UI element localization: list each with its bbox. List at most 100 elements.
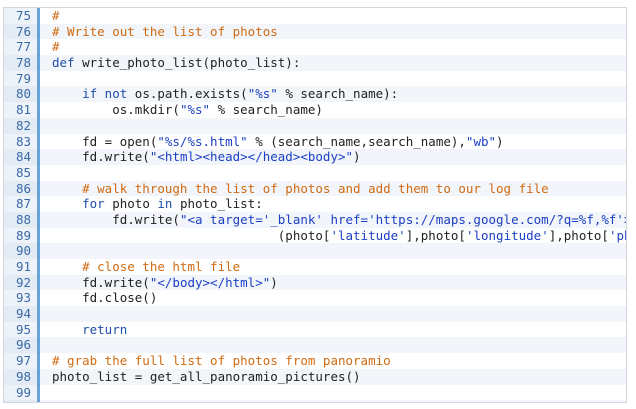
code-line: 87 for photo in photo_list:: [4, 196, 626, 212]
code-line: 76 # Write out the list of photos: [4, 23, 626, 40]
code-line: 92 fd.write("</body></html>"): [4, 274, 626, 291]
code-token: fd = open(: [52, 133, 158, 149]
code-text: # grab the full list of photos from pano…: [40, 353, 626, 369]
line-number: 85: [4, 164, 40, 181]
code-token: return: [52, 321, 128, 337]
code-text: #: [40, 8, 626, 24]
code-text: photo_list = get_all_panoramio_pictures(…: [40, 369, 626, 385]
code-token: 'latitude': [330, 227, 406, 243]
code-text: # Write out the list of photos: [40, 24, 626, 40]
code-token: "wb": [465, 133, 497, 149]
code-text: # walk through the list of photos and ad…: [40, 181, 626, 197]
code-line: 96: [4, 337, 626, 354]
code-token: 'longitude': [465, 227, 549, 243]
code-token: #: [52, 39, 60, 55]
code-line: 84 fd.write("<html><head></head><body>"): [4, 149, 626, 165]
code-token: in: [157, 196, 180, 212]
line-number: 82: [4, 117, 40, 134]
code-line: 75 #: [4, 8, 626, 24]
code-line: 78 def write_photo_list(photo_list):: [4, 55, 626, 71]
code-line: 90: [4, 243, 626, 259]
code-text: def write_photo_list(photo_list):: [40, 55, 626, 71]
line-number: 87: [4, 196, 40, 212]
code-token: photo_list:: [179, 196, 263, 212]
code-line: 98 photo_list = get_all_panoramio_picture…: [4, 368, 626, 385]
line-number: 81: [4, 102, 40, 118]
line-number: 90: [4, 243, 40, 259]
code-token: (photo[: [52, 227, 331, 243]
code-text: write_photo_list(photo_list): [40, 400, 626, 402]
line-number: 77: [4, 39, 40, 56]
code-token: # Write out the list of photos: [52, 23, 278, 39]
code-line: 91 # close the html file: [4, 259, 626, 275]
code-token: 'phot: [608, 227, 626, 243]
code-token: photo_list = get_all_panoramio_pictures(…: [52, 368, 361, 384]
code-token: "%s": [247, 86, 278, 102]
code-token: if not: [52, 86, 135, 102]
code-token: "</body></html>": [149, 274, 271, 290]
code-token: # close the html file: [52, 259, 241, 274]
line-number: 79: [4, 70, 40, 87]
line-number: 100: [4, 400, 40, 402]
code-token: fd.close(): [52, 290, 158, 306]
code-line: 79: [4, 70, 626, 87]
code-text: fd.write("</body></html>"): [40, 275, 626, 291]
code-text: # close the html file: [40, 259, 626, 275]
code-text: fd.write("<a target='_blank' href='https…: [40, 212, 626, 228]
code-line: 99: [4, 384, 626, 401]
code-line: 82: [4, 117, 626, 134]
code-line: 89 (photo['latitude'],photo['longitude']…: [4, 227, 626, 244]
code-text: return: [40, 322, 626, 338]
code-token: ],photo[: [405, 227, 466, 243]
code-line: 83 fd = open("%s/%s.html" % (search_name…: [4, 133, 626, 150]
line-number: 98: [4, 368, 40, 385]
code-token: # grab the full list of photos from pano…: [52, 353, 391, 369]
line-number: 86: [4, 180, 40, 197]
code-token: % search_name): [210, 102, 323, 118]
line-number: 99: [4, 384, 40, 401]
code-listing: 75 #76 # Write out the list of photos 77 #78…: [3, 7, 627, 403]
code-token: ],photo[: [548, 227, 609, 243]
code-line: 100 write_photo_list(photo_list): [4, 400, 626, 402]
code-token: write_photo_list(photo_list):: [82, 55, 301, 71]
code-token: % (search_name,search_name),: [247, 133, 466, 149]
code-token: fd.write(: [52, 211, 180, 227]
code-token: photo: [112, 196, 158, 212]
line-number: 89: [4, 227, 40, 244]
code-line: 81 os.mkdir("%s" % search_name): [4, 102, 626, 118]
line-number: 91: [4, 259, 40, 275]
code-line: 85: [4, 164, 626, 181]
line-number: 94: [4, 306, 40, 322]
code-text: fd.write("<html><head></head><body>"): [40, 149, 626, 165]
code-text: (photo['latitude'],photo['longitude'],ph…: [40, 228, 626, 244]
line-number: 97: [4, 353, 40, 369]
code-token: for: [52, 196, 113, 212]
code-line: 88 fd.write("<a target='_blank' href='ht…: [4, 211, 626, 228]
line-number: 95: [4, 321, 40, 338]
line-number: 88: [4, 211, 40, 228]
code-line: 80 if not os.path.exists("%s" % search_n…: [4, 86, 626, 103]
code-text: if not os.path.exists("%s" % search_name…: [40, 86, 626, 102]
code-line: 86 # walk through the list of photos and…: [4, 180, 626, 197]
line-number: 93: [4, 290, 40, 307]
code-text: fd = open("%s/%s.html" % (search_name,se…: [40, 134, 626, 150]
line-number: 96: [4, 337, 40, 354]
line-number: 92: [4, 274, 40, 291]
line-number: 80: [4, 86, 40, 103]
code-line: 93 fd.close(): [4, 290, 626, 307]
code-token: "%s/%s.html": [157, 133, 248, 149]
line-number: 78: [4, 55, 40, 71]
code-token: "<html><head></head><body>": [149, 149, 354, 165]
code-token: % search_name):: [277, 86, 399, 102]
code-token: os.mkdir(: [52, 102, 180, 118]
code-line: 95 return: [4, 321, 626, 338]
code-token: ): [353, 149, 361, 165]
line-number: 83: [4, 133, 40, 150]
code-text: for photo in photo_list:: [40, 196, 626, 212]
code-token: fd.write(: [52, 274, 150, 290]
line-number: 75: [4, 8, 40, 24]
line-number: 84: [4, 149, 40, 165]
code-line: 97 # grab the full list of photos from pa…: [4, 353, 626, 369]
code-text: fd.close(): [40, 290, 626, 306]
code-token: "<a target='_blank' href='https://maps.g…: [179, 211, 626, 227]
